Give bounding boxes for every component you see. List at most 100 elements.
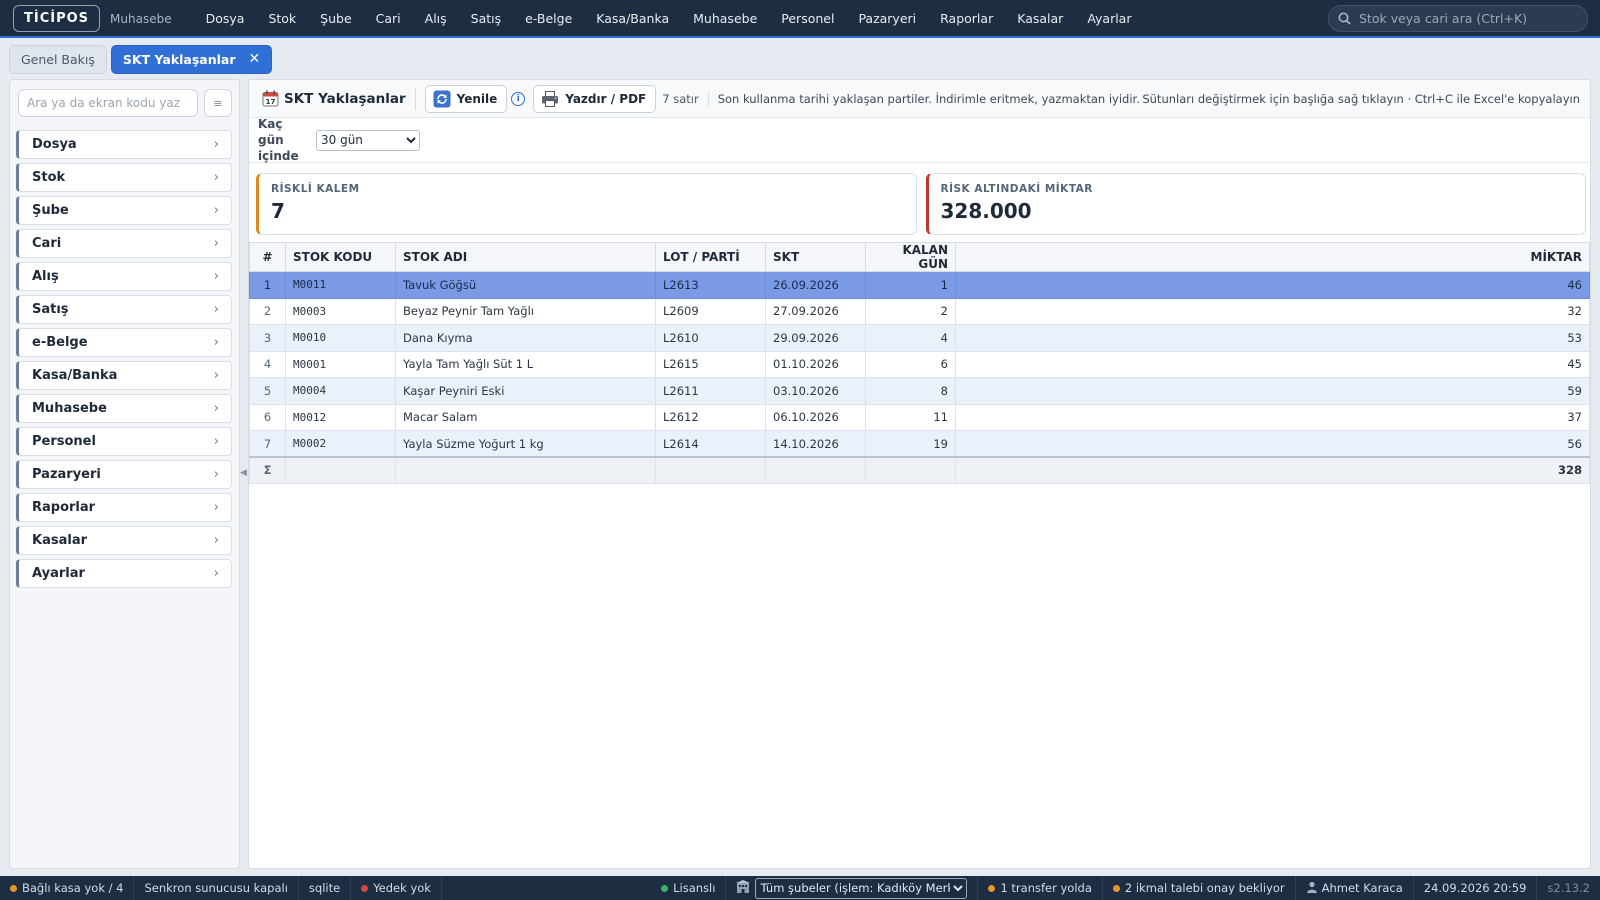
building-icon <box>736 880 751 896</box>
menu-personel[interactable]: Personel <box>769 11 846 26</box>
sidebar-search-input[interactable] <box>18 89 198 117</box>
cell-days-left: 4 <box>865 324 956 352</box>
top-bar: TİCİPOS Muhasebe Dosya Stok Şube Cari Al… <box>0 0 1600 38</box>
cell-quantity: 32 <box>955 297 1590 325</box>
toolbar: 17 SKT Yaklaşanlar Yenile i Yazdır / PDF… <box>249 80 1590 118</box>
app-logo[interactable]: TİCİPOS <box>13 4 101 32</box>
sidebar-menu: Dosya › Stok › Şube › Cari › Alış › Satış › e-… <box>16 130 232 592</box>
menu-stok[interactable]: Stok <box>256 11 308 26</box>
table-row[interactable]: 4 M0001 Yayla Tam Yağlı Süt 1 L L2615 01… <box>249 350 1590 378</box>
menu-cari[interactable]: Cari <box>364 11 413 26</box>
info-icon[interactable]: i <box>511 91 526 106</box>
cell-quantity: 56 <box>955 430 1590 458</box>
chevron-right-icon: › <box>213 335 219 350</box>
column-header-skt[interactable]: SKT <box>765 242 866 272</box>
close-icon[interactable]: ✕ <box>249 51 261 67</box>
menu-muhasebe[interactable]: Muhasebe <box>681 11 769 26</box>
at-risk-quantity-card: RİSK ALTINDAKİ MİKTAR 328.000 <box>925 173 1586 235</box>
sidebar-item-dosya[interactable]: Dosya › <box>16 130 232 159</box>
column-header-index[interactable]: # <box>249 242 286 272</box>
menu-pazaryeri[interactable]: Pazaryeri <box>846 11 928 26</box>
sidebar-item-raporlar[interactable]: Raporlar › <box>16 493 232 522</box>
data-grid[interactable]: # STOK KODU STOK ADI LOT / PARTİ SKT KAL… <box>249 242 1590 484</box>
status-db: sqlite <box>299 876 352 900</box>
table-row[interactable]: 7 M0002 Yayla Süzme Yoğurt 1 kg L2614 14… <box>249 430 1590 458</box>
status-backup: Yedek yok <box>351 876 442 900</box>
menu-sube[interactable]: Şube <box>308 11 363 26</box>
column-header-days-left[interactable]: KALAN GÜN <box>865 242 956 272</box>
risky-items-card: RİSKLİ KALEM 7 <box>256 173 917 235</box>
menu-ayarlar[interactable]: Ayarlar <box>1075 11 1143 26</box>
print-pdf-button[interactable]: Yazdır / PDF <box>533 84 657 113</box>
menu-dosya[interactable]: Dosya <box>194 11 257 26</box>
sidebar-item-muhasebe[interactable]: Muhasebe › <box>16 394 232 423</box>
menu-satis[interactable]: Satış <box>459 11 513 26</box>
page-description: Son kullanma tarihi yaklaşan partiler. İ… <box>707 91 1140 106</box>
status-transfer[interactable]: 1 transfer yolda <box>978 876 1103 900</box>
sidebar-item-kasa-banka[interactable]: Kasa/Banka › <box>16 361 232 390</box>
sidebar-list-toggle-button[interactable]: ≡ <box>204 89 232 117</box>
cell-stock-name: Macar Salam <box>395 403 656 431</box>
column-header-quantity[interactable]: MİKTAR <box>955 242 1590 272</box>
cell-lot: L2615 <box>655 350 766 378</box>
sidebar-item-cari[interactable]: Cari › <box>16 229 232 258</box>
table-row[interactable]: 3 M0010 Dana Kıyma L2610 29.09.2026 4 53 <box>249 324 1590 352</box>
status-restock[interactable]: 2 ikmal talebi onay bekliyor <box>1103 876 1296 900</box>
sidebar-item-label: Personel <box>32 434 96 449</box>
tab-genel-bakis[interactable]: Genel Bakış <box>9 44 107 74</box>
status-license-text: Lisanslı <box>673 881 716 895</box>
sidebar-item-satis[interactable]: Satış › <box>16 295 232 324</box>
sidebar-item-ebelge[interactable]: e-Belge › <box>16 328 232 357</box>
cell-stock-name: Tavuk Göğsü <box>395 271 656 299</box>
sidebar-item-label: Alış <box>32 269 59 284</box>
table-row[interactable]: 6 M0012 Macar Salam L2612 06.10.2026 11 … <box>249 403 1590 431</box>
global-search-input[interactable] <box>1359 11 1579 26</box>
sidebar-item-label: Pazaryeri <box>32 467 101 482</box>
cell-days-left: 6 <box>865 350 956 378</box>
cell-quantity: 59 <box>955 377 1590 405</box>
branch-select[interactable]: Tüm şubeler (işlem: Kadıköy Merkez) <box>755 877 968 899</box>
card-value: 328.000 <box>940 199 1032 223</box>
cell-days-left: 8 <box>865 377 956 405</box>
tab-skt-yaklasanlar[interactable]: SKT Yaklaşanlar ✕ <box>110 44 273 74</box>
refresh-button[interactable]: Yenile <box>424 84 508 113</box>
sidebar-collapse-handle[interactable]: ◀ <box>240 468 247 478</box>
table-row[interactable]: 1 M0011 Tavuk Göğsü L2613 26.09.2026 1 4… <box>249 271 1590 299</box>
error-dot-icon <box>361 884 369 892</box>
sidebar-item-personel[interactable]: Personel › <box>16 427 232 456</box>
chevron-right-icon: › <box>213 236 219 251</box>
sidebar-item-label: Dosya <box>32 137 77 152</box>
menu-alis[interactable]: Alış <box>413 11 459 26</box>
menu-ebelge[interactable]: e-Belge <box>513 11 584 26</box>
sidebar-item-kasalar[interactable]: Kasalar › <box>16 526 232 555</box>
total-quantity: 328 <box>955 456 1590 484</box>
cell-stock-code: M0002 <box>285 430 396 458</box>
cell-days-left: 19 <box>865 430 956 458</box>
menu-kasalar[interactable]: Kasalar <box>1005 11 1075 26</box>
days-filter-select[interactable]: 30 gün <box>316 129 420 151</box>
column-header-lot[interactable]: LOT / PARTİ <box>655 242 766 272</box>
global-search[interactable] <box>1328 5 1588 32</box>
chevron-right-icon: › <box>213 368 219 383</box>
sidebar-item-pazaryeri[interactable]: Pazaryeri › <box>16 460 232 489</box>
sidebar-item-stok[interactable]: Stok › <box>16 163 232 192</box>
sidebar-item-ayarlar[interactable]: Ayarlar › <box>16 559 232 588</box>
status-user[interactable]: Ahmet Karaca <box>1296 876 1414 900</box>
cell-skt: 26.09.2026 <box>765 271 866 299</box>
cell-stock-code: M0001 <box>285 350 396 378</box>
column-header-stock-name[interactable]: STOK ADI <box>395 242 656 272</box>
sidebar-item-alis[interactable]: Alış › <box>16 262 232 291</box>
sidebar-item-label: Raporlar <box>32 500 96 515</box>
sidebar-item-label: Ayarlar <box>32 566 85 581</box>
print-pdf-label: Yazdır / PDF <box>565 91 647 106</box>
status-sync-text: Senkron sunucusu kapalı <box>144 881 288 895</box>
total-symbol: Σ <box>249 456 286 484</box>
menu-kasa-banka[interactable]: Kasa/Banka <box>584 11 681 26</box>
table-row[interactable]: 2 M0003 Beyaz Peynir Tam Yağlı L2609 27.… <box>249 297 1590 325</box>
cell-skt: 01.10.2026 <box>765 350 866 378</box>
column-header-stock-code[interactable]: STOK KODU <box>285 242 396 272</box>
table-row[interactable]: 5 M0004 Kaşar Peyniri Eski L2611 03.10.2… <box>249 377 1590 405</box>
menu-raporlar[interactable]: Raporlar <box>928 11 1005 26</box>
chevron-right-icon: › <box>213 434 219 449</box>
sidebar-item-sube[interactable]: Şube › <box>16 196 232 225</box>
